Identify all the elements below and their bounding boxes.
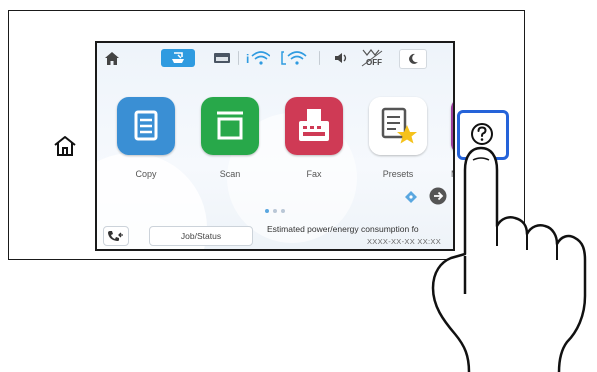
wifi-direct-button[interactable]	[279, 49, 309, 67]
sound-button[interactable]	[330, 49, 354, 67]
sleep-button[interactable]	[399, 49, 427, 69]
home-icon	[105, 51, 119, 65]
tile-label-copy: Copy	[135, 169, 157, 179]
copy-document-icon	[117, 97, 175, 155]
wifi-direct-icon	[281, 51, 307, 65]
svg-text:i: i	[246, 52, 249, 66]
diamond-info-icon	[405, 191, 417, 203]
moon-icon	[409, 53, 418, 64]
pointing-hand-icon	[431, 146, 587, 372]
wifi-icon: i	[246, 51, 270, 66]
fax-tile[interactable]	[285, 97, 343, 155]
fax-machine-icon	[285, 97, 343, 155]
tile-label-presets: Presets	[382, 169, 414, 179]
tile-label-fax: Fax	[306, 169, 322, 179]
presets-tile[interactable]	[369, 97, 427, 155]
notification-button[interactable]	[405, 190, 417, 203]
home-outline-icon	[54, 136, 76, 156]
copy-tile[interactable]	[117, 97, 175, 155]
energy-consumption-text: Estimated power/energy consumption fo	[267, 224, 419, 234]
job-status-button[interactable]: Job/Status	[149, 226, 253, 246]
separator	[319, 51, 320, 65]
ink-status-button[interactable]	[211, 49, 233, 67]
eco-off-icon: OFF	[361, 49, 383, 67]
paper-feed-icon	[172, 52, 184, 63]
tile-label-scan: Scan	[219, 169, 241, 179]
scan-tile[interactable]	[201, 97, 259, 155]
svg-text:OFF: OFF	[366, 58, 382, 67]
ink-cartridge-icon	[214, 53, 230, 63]
eco-off-button[interactable]: OFF	[359, 49, 387, 67]
bottom-bar: Job/Status Estimated power/energy consum…	[97, 223, 453, 249]
scan-tray-icon	[201, 97, 259, 155]
speaker-icon	[335, 53, 347, 63]
page-dot	[281, 209, 285, 213]
lcd-screen: i OFF Copy Scan Fax Presets Job/Status E…	[95, 41, 455, 251]
page-dot-active	[265, 209, 269, 213]
home-button[interactable]	[53, 135, 77, 157]
separator	[238, 51, 239, 65]
back-button[interactable]	[103, 226, 129, 246]
wifi-status-button[interactable]: i	[245, 49, 271, 67]
page-dot	[273, 209, 277, 213]
status-bar: i OFF	[97, 43, 453, 73]
page-indicator	[265, 200, 289, 218]
presets-star-icon	[369, 97, 427, 155]
status-home-button[interactable]	[103, 49, 121, 67]
paper-feed-button[interactable]	[161, 49, 195, 67]
phone-back-icon	[108, 231, 123, 241]
